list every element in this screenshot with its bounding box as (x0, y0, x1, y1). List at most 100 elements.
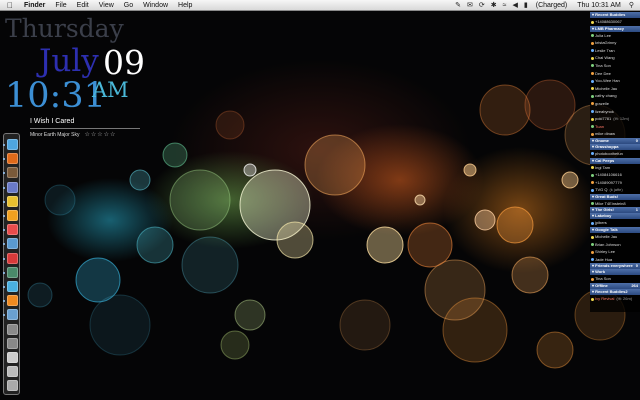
running-indicator (3, 158, 5, 161)
documents-icon[interactable] (7, 352, 18, 363)
bokeh-circle (496, 206, 534, 244)
buddy-row[interactable]: grazelle (590, 100, 640, 108)
buddy-row[interactable]: +14088630067 (590, 18, 640, 26)
stickies-icon[interactable] (7, 195, 18, 207)
wifi-icon[interactable]: ≈ (500, 0, 510, 11)
buddy-row[interactable]: Michelle Jau (590, 85, 640, 93)
buddy-row[interactable]: mike dinaw (590, 130, 640, 138)
buddy-row[interactable]: Julia Lee (590, 32, 640, 40)
buddy-row[interactable]: lizeabynok (590, 108, 640, 116)
dock (3, 133, 20, 395)
buddy-row[interactable]: Chai Wang (590, 54, 640, 62)
firefox-icon[interactable] (7, 153, 18, 165)
buddy-row[interactable]: Ingi Tam (590, 164, 640, 172)
bokeh-circle (414, 194, 426, 206)
bokeh-circle (366, 226, 404, 264)
clock-day: Thursday (5, 14, 124, 43)
buddy-status-icon (591, 166, 594, 169)
mail-icon[interactable]: ✉ (464, 0, 476, 11)
bokeh-circle (479, 84, 531, 136)
photo-icon[interactable] (7, 224, 18, 236)
menu-edit[interactable]: Edit (72, 0, 94, 11)
buddy-row[interactable]: jpibers (590, 219, 640, 227)
buddy-name: Michelle Jau (595, 234, 618, 240)
downloads-icon[interactable] (7, 366, 18, 378)
menu-bar:  Finder File Edit View Go Window Help ✎… (0, 0, 640, 11)
buddy-status-icon (591, 202, 594, 206)
menu-file[interactable]: File (50, 0, 71, 11)
bokeh-circle (407, 222, 453, 268)
battery-icon[interactable]: ▮ (521, 0, 531, 11)
apple-icon[interactable]:  (0, 0, 19, 11)
bokeh-circle (162, 142, 188, 168)
menu-go[interactable]: Go (119, 0, 138, 11)
menubar-clock[interactable]: Thu 10:31 AM (572, 0, 626, 11)
buddy-name: Michelle Jau (595, 85, 618, 91)
running-indicator (3, 300, 5, 303)
ical-icon[interactable] (7, 252, 18, 264)
volume-icon[interactable]: ◀ (510, 0, 521, 11)
menu-window[interactable]: Window (138, 0, 173, 11)
menu-app-finder[interactable]: Finder (19, 0, 50, 11)
buddy-idle-status: (lft: 26m) (616, 296, 633, 302)
buddy-row[interactable]: Ivy Revival (lft: 26m) (590, 295, 640, 303)
grid-icon[interactable] (7, 337, 18, 349)
buddy-row[interactable]: Jade Hua (590, 256, 640, 264)
buddy-row[interactable]: Yoo-Wee Han (590, 77, 640, 85)
buddy-row[interactable]: Michelle Jau (590, 233, 640, 241)
rating-stars[interactable]: ☆☆☆☆☆ (84, 131, 116, 138)
system-preferences-icon[interactable] (7, 323, 18, 335)
bokeh-circle (276, 221, 314, 259)
buddy-name: photoboothefun (595, 150, 623, 156)
desktop-wallpaper:  Finder File Edit View Go Window Help ✎… (0, 0, 640, 400)
script-icon[interactable]: ✎ (452, 0, 464, 11)
buddy-name: Mike T4Einstein8 (595, 200, 626, 206)
menu-help[interactable]: Help (173, 0, 197, 11)
running-indicator (3, 314, 5, 317)
buddy-name: +14088630067 (595, 19, 622, 24)
buddy-row[interactable]: kristaGrinny (590, 39, 640, 47)
buddy-name: jpibers (595, 220, 607, 226)
buddy-row[interactable]: +14084106616 (590, 171, 640, 179)
buddy-row[interactable]: Shirley Lee (590, 248, 640, 256)
mail-icon[interactable] (7, 238, 18, 250)
bluetooth-icon[interactable]: ✱ (488, 0, 500, 11)
battery-status[interactable]: (Charged) (531, 0, 573, 11)
buddy-status-icon (591, 188, 594, 192)
buddy-status-icon (591, 41, 594, 45)
buddy-row[interactable]: photoboothefun (590, 150, 640, 158)
buddy-name: poki7781 (595, 116, 612, 122)
preview-icon[interactable] (7, 266, 18, 278)
itunes-icon[interactable] (7, 181, 18, 193)
bokeh-circle (181, 236, 239, 294)
buddy-row[interactable]: TVG Q (k jaffe) (590, 186, 640, 194)
bokeh-circle (511, 256, 549, 294)
bokeh-circle (339, 299, 391, 351)
clock-time: 10:31 (5, 76, 106, 116)
finder-icon[interactable] (7, 139, 18, 150)
buddy-row[interactable]: Tina Son (590, 62, 640, 70)
adium-icon[interactable] (7, 281, 18, 292)
buddy-row[interactable]: Tuan (590, 123, 640, 131)
buddy-row[interactable]: Tina Son (590, 275, 640, 283)
buddy-name: Ingi Tam (595, 164, 611, 170)
trash-icon[interactable] (7, 380, 18, 392)
buddy-row[interactable]: cathy chang (590, 92, 640, 100)
buddy-name: Julia Lee (595, 32, 612, 38)
buddy-row[interactable]: poki7781 (lft: 12m) (590, 115, 640, 123)
clock-ampm: AM (92, 78, 129, 102)
pages-icon[interactable] (7, 210, 18, 221)
buddy-row[interactable]: Mike T4Einstein8 (590, 200, 640, 208)
buddy-status-icon (591, 221, 594, 225)
vlc-icon[interactable] (7, 295, 18, 307)
buddy-name: Tuan (595, 123, 604, 129)
buddy-row[interactable]: Dee Dee (590, 70, 640, 78)
menu-view[interactable]: View (94, 0, 119, 11)
buddy-row[interactable]: Brian Johnson (590, 241, 640, 249)
buddy-row[interactable]: Leslie Tran (590, 47, 640, 55)
buddy-row[interactable]: +14089097779 (590, 179, 640, 187)
spotlight-icon[interactable]: ⚲ (626, 0, 640, 11)
terminal-icon[interactable] (7, 309, 18, 321)
sync-icon[interactable]: ⟳ (476, 0, 488, 11)
address-book-icon[interactable] (7, 167, 18, 179)
